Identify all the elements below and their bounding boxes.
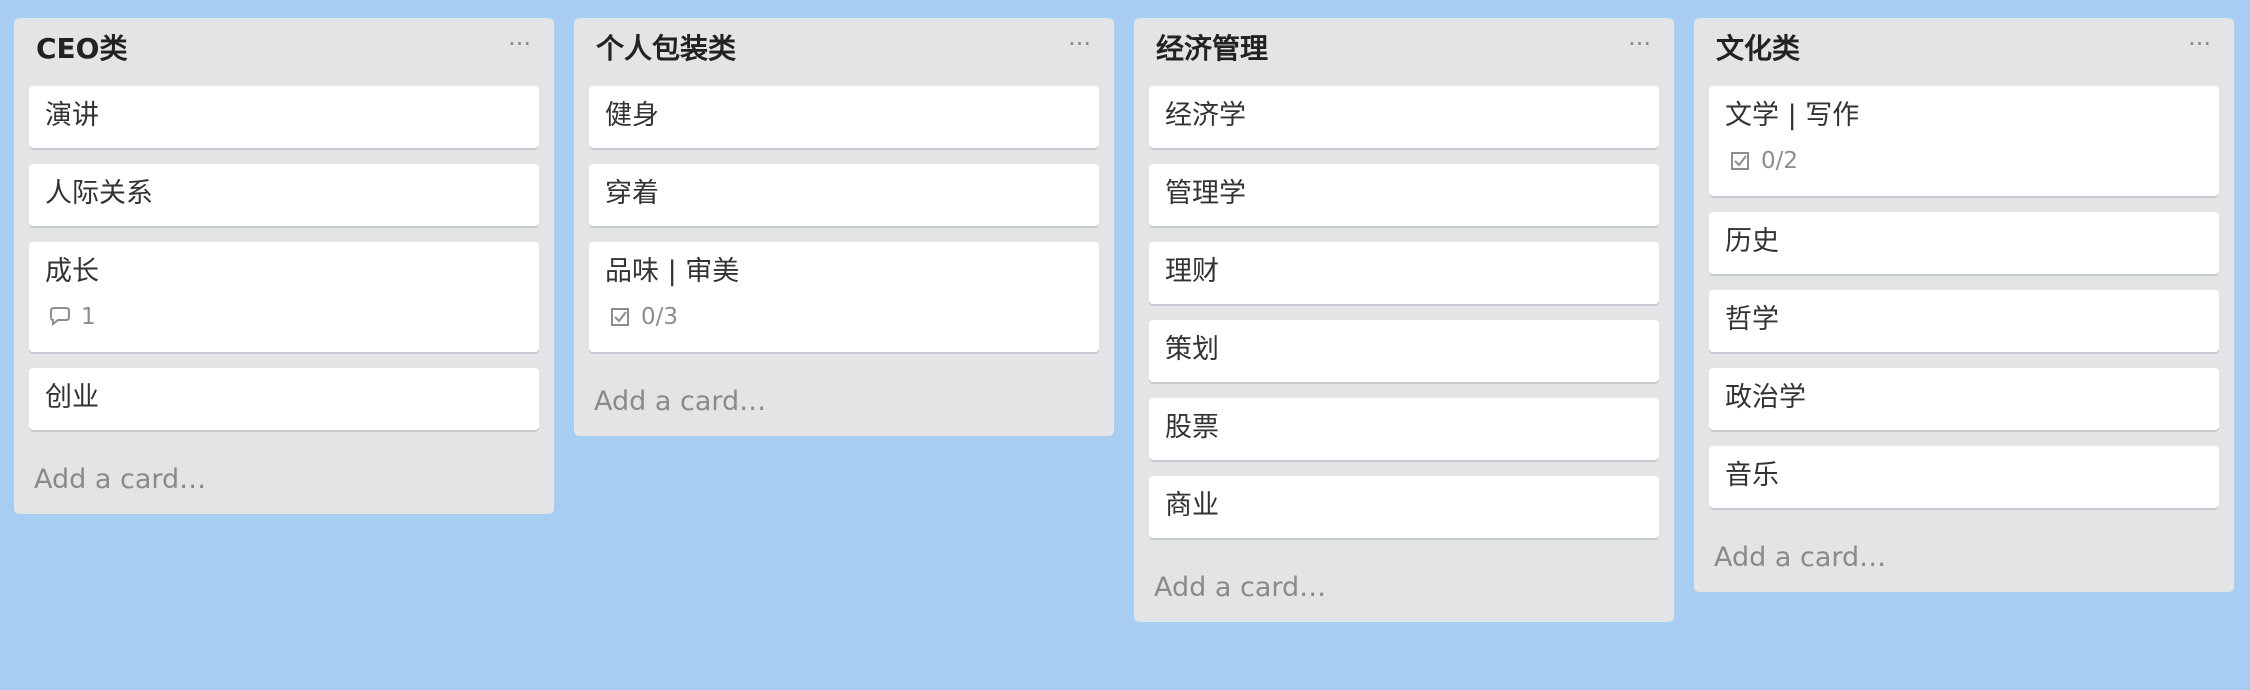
list-header: CEO类 ··· xyxy=(29,18,539,86)
checklist-icon xyxy=(611,308,629,326)
board: CEO类 ··· 演讲 人际关系 成长 1 创业 Add a card… 个人包… xyxy=(0,0,2250,690)
card[interactable]: 政治学 xyxy=(1709,368,2219,430)
add-card-button[interactable]: Add a card… xyxy=(1149,554,1659,604)
card-title: 政治学 xyxy=(1725,382,1806,413)
list-menu-icon[interactable]: ··· xyxy=(2188,32,2211,56)
card-title: 商业 xyxy=(1165,490,1219,521)
checklist-icon xyxy=(1731,152,1749,170)
card[interactable]: 音乐 xyxy=(1709,446,2219,508)
add-card-button[interactable]: Add a card… xyxy=(29,446,539,496)
card[interactable]: 历史 xyxy=(1709,212,2219,274)
checklist-badge: 0/2 xyxy=(1727,148,1798,174)
card-title: 历史 xyxy=(1725,226,1779,257)
card[interactable]: 品味 | 审美 0/3 xyxy=(589,242,1099,352)
add-card-button[interactable]: Add a card… xyxy=(589,368,1099,418)
list-culture: 文化类 ··· 文学 | 写作 0/2 历史 哲学 政治学 音乐 Add a c… xyxy=(1694,18,2234,593)
list-personal-packaging: 个人包装类 ··· 健身 穿着 品味 | 审美 0/3 Add a card… xyxy=(574,18,1114,437)
card[interactable]: 经济学 xyxy=(1149,86,1659,148)
list-header: 个人包装类 ··· xyxy=(589,18,1099,86)
card[interactable]: 策划 xyxy=(1149,320,1659,382)
list-title[interactable]: 个人包装类 xyxy=(596,32,736,66)
list-menu-icon[interactable]: ··· xyxy=(1628,32,1651,56)
card[interactable]: 演讲 xyxy=(29,86,539,148)
list-header: 经济管理 ··· xyxy=(1149,18,1659,86)
card-title: 创业 xyxy=(45,382,99,413)
card-title: 穿着 xyxy=(605,178,659,209)
checklist-badge: 0/3 xyxy=(607,304,678,330)
card-title: 演讲 xyxy=(45,100,99,131)
card-title: 文学 | 写作 xyxy=(1725,100,1860,131)
card[interactable]: 健身 xyxy=(589,86,1099,148)
checklist-count: 0/3 xyxy=(641,304,679,330)
card-title: 成长 xyxy=(45,256,99,287)
list-menu-icon[interactable]: ··· xyxy=(508,32,531,56)
comment-count: 1 xyxy=(81,304,96,330)
card-title: 人际关系 xyxy=(45,178,153,209)
list-title[interactable]: 经济管理 xyxy=(1156,32,1268,66)
card[interactable]: 穿着 xyxy=(589,164,1099,226)
card[interactable]: 管理学 xyxy=(1149,164,1659,226)
card[interactable]: 人际关系 xyxy=(29,164,539,226)
card-title: 品味 | 审美 xyxy=(605,256,740,287)
card-title: 哲学 xyxy=(1725,304,1779,335)
card-title: 股票 xyxy=(1165,412,1219,443)
card-title: 音乐 xyxy=(1725,460,1779,491)
card[interactable]: 理财 xyxy=(1149,242,1659,304)
card[interactable]: 哲学 xyxy=(1709,290,2219,352)
comment-badge: 1 xyxy=(47,304,96,330)
card-title: 经济学 xyxy=(1165,100,1246,131)
list-title[interactable]: 文化类 xyxy=(1716,32,1800,66)
comment-icon xyxy=(50,307,70,327)
card[interactable]: 商业 xyxy=(1149,476,1659,538)
add-card-button[interactable]: Add a card… xyxy=(1709,524,2219,574)
card[interactable]: 成长 1 xyxy=(29,242,539,352)
card[interactable]: 创业 xyxy=(29,368,539,430)
card[interactable]: 股票 xyxy=(1149,398,1659,460)
card-title: 管理学 xyxy=(1165,178,1246,209)
list-ceo: CEO类 ··· 演讲 人际关系 成长 1 创业 Add a card… xyxy=(14,18,554,515)
list-menu-icon[interactable]: ··· xyxy=(1068,32,1091,56)
checklist-count: 0/2 xyxy=(1761,148,1799,174)
list-title[interactable]: CEO类 xyxy=(36,32,127,66)
card-title: 理财 xyxy=(1165,256,1219,287)
list-economic-management: 经济管理 ··· 经济学 管理学 理财 策划 股票 商业 Add a card… xyxy=(1134,18,1674,623)
card[interactable]: 文学 | 写作 0/2 xyxy=(1709,86,2219,196)
card-title: 策划 xyxy=(1165,334,1219,365)
list-header: 文化类 ··· xyxy=(1709,18,2219,86)
card-title: 健身 xyxy=(605,100,659,131)
